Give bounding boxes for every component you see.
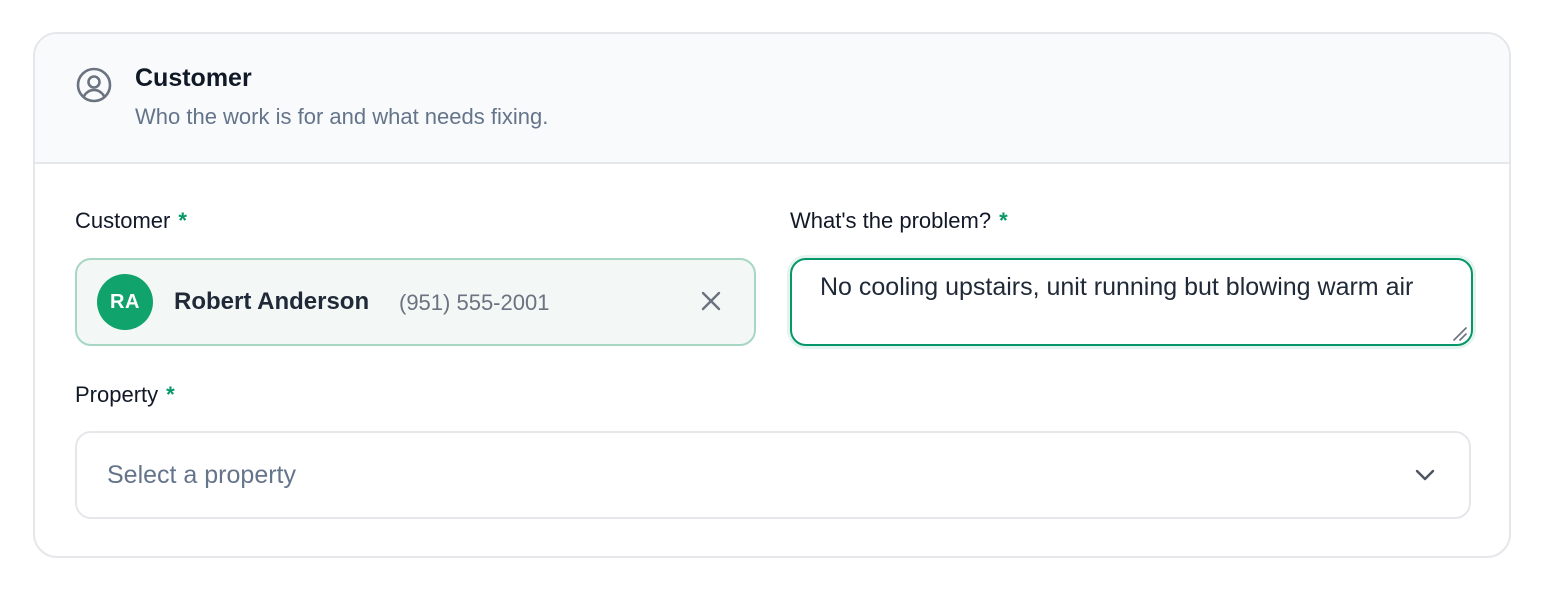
required-asterisk: *	[178, 208, 187, 233]
selected-customer-chip[interactable]: RA Robert Anderson (951) 555-2001	[75, 258, 756, 346]
close-icon	[700, 290, 722, 317]
customer-phone: (951) 555-2001	[399, 290, 550, 315]
property-placeholder: Select a property	[107, 461, 296, 489]
property-label-text: Property	[75, 382, 159, 407]
chevron-down-icon	[1413, 463, 1437, 487]
required-asterisk: *	[999, 208, 1008, 233]
problem-textarea[interactable]: No cooling upstairs, unit running but bl…	[790, 258, 1473, 346]
section-header: Customer Who the work is for and what ne…	[35, 34, 1509, 164]
section-title: Customer	[135, 64, 252, 92]
user-circle-icon	[75, 66, 113, 104]
property-field-label: Property *	[75, 382, 175, 408]
avatar: RA	[97, 274, 153, 330]
customer-field-label: Customer *	[75, 208, 187, 234]
problem-label-text: What's the problem?	[790, 208, 992, 233]
section-subtitle: Who the work is for and what needs fixin…	[135, 104, 549, 129]
customer-label-text: Customer	[75, 208, 171, 233]
clear-customer-button[interactable]	[697, 289, 725, 317]
property-select[interactable]: Select a property	[75, 431, 1471, 519]
customer-name: Robert Anderson	[174, 288, 370, 315]
customer-section-card: Customer Who the work is for and what ne…	[33, 32, 1511, 558]
problem-field-label: What's the problem? *	[790, 208, 1008, 234]
required-asterisk: *	[166, 382, 175, 407]
resize-handle-icon[interactable]	[1451, 325, 1467, 341]
